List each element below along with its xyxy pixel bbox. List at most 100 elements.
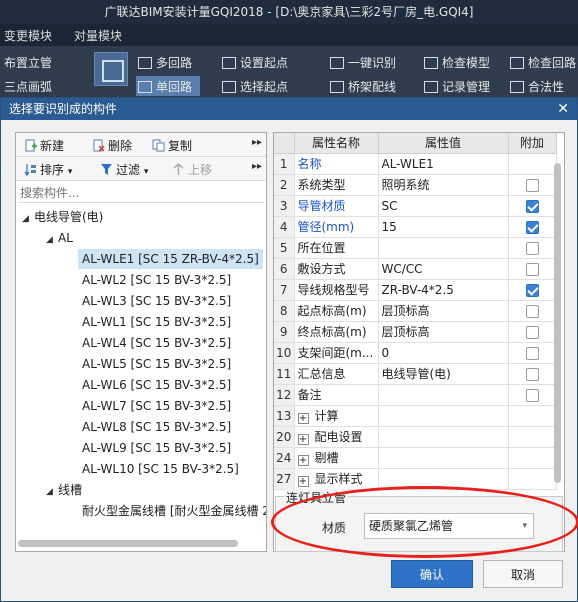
delete-button[interactable]: 删除	[92, 137, 132, 154]
grid-property-value[interactable]: AL-WLE1	[378, 153, 509, 175]
extra-checkbox[interactable]	[525, 241, 539, 255]
grid-row[interactable]: 2 系统类型 照明系统	[274, 174, 557, 196]
menu-item-compare-module[interactable]: 对量模块	[74, 27, 122, 44]
grid-property-value[interactable]: 照明系统	[378, 174, 509, 196]
grid-row[interactable]: 9 终点标高(m) 层顶标高	[274, 321, 557, 343]
ribbon-one-click-recognize[interactable]: 一键识别	[330, 54, 396, 71]
grid-row[interactable]: 11 汇总信息 电线导管(电)	[274, 363, 557, 385]
expand-plus-icon[interactable]: +	[297, 455, 309, 466]
collapse-arrow-icon[interactable]: ◢	[46, 482, 58, 502]
ribbon-select-start[interactable]: 选择起点	[222, 78, 288, 95]
tree-item-al-wl3[interactable]: AL-WL3 [SC 15 BV-3*2.5]	[82, 291, 231, 311]
new-button[interactable]: 新建	[24, 137, 64, 154]
collapse-arrow-icon[interactable]: ◢	[22, 209, 34, 229]
grid-property-value[interactable]: 0	[378, 342, 509, 364]
move-up-button[interactable]: 上移	[172, 161, 212, 178]
grid-property-value[interactable]	[378, 426, 509, 448]
material-select-value: 硬质聚氯乙烯管	[369, 519, 454, 533]
search-input[interactable]	[18, 183, 264, 203]
ribbon-tray-wiring[interactable]: 桥架配线	[330, 78, 396, 95]
tree-item-fireproof-tray[interactable]: 耐火型金属线槽 [耐火型金属线槽 2	[82, 501, 266, 521]
extra-checkbox[interactable]	[525, 388, 539, 402]
expand-plus-icon[interactable]: +	[297, 476, 309, 487]
grid-property-value[interactable]: 电线导管(电)	[378, 363, 509, 385]
filter-button[interactable]: 过滤 ▾	[100, 161, 148, 178]
grid-property-value[interactable]	[378, 384, 509, 406]
tree-item-al-wl6[interactable]: AL-WL6 [SC 15 BV-3*2.5]	[82, 375, 231, 395]
cancel-button[interactable]: 取消	[483, 560, 563, 588]
grid-row[interactable]: 3 导管材质 SC	[274, 195, 557, 217]
grid-property-value[interactable]	[378, 405, 509, 427]
scrollbar-thumb[interactable]	[18, 540, 238, 547]
confirm-button[interactable]: 确认	[391, 560, 473, 588]
material-select[interactable]: 硬质聚氯乙烯管 ▾	[364, 513, 534, 539]
grid-property-value[interactable]: WC/CC	[378, 258, 509, 280]
expand-plus-icon[interactable]: +	[297, 413, 309, 424]
grid-row[interactable]: 13 + 计算	[274, 405, 557, 427]
extra-checkbox[interactable]	[525, 304, 539, 318]
grid-row[interactable]: 27 + 显示样式	[274, 468, 557, 490]
extra-checkbox[interactable]	[525, 346, 539, 360]
tree-item-al-wl10[interactable]: AL-WL10 [SC 15 BV-3*2.5]	[82, 459, 239, 479]
ribbon-multi-circuit[interactable]: 多回路	[138, 54, 192, 71]
extra-checkbox[interactable]	[525, 367, 539, 381]
tree-item-al-wl5[interactable]: AL-WL5 [SC 15 BV-3*2.5]	[82, 354, 231, 374]
tree-node-root[interactable]: ◢ 电线导管(电)	[22, 207, 103, 227]
ribbon-single-circuit[interactable]: 单回路	[138, 78, 192, 95]
ribbon-place-riser[interactable]: 布置立管	[4, 54, 52, 71]
ribbon-record-manage[interactable]: 记录管理	[424, 78, 490, 95]
tree-item-al-wl7[interactable]: AL-WL7 [SC 15 BV-3*2.5]	[82, 396, 231, 416]
grid-vertical-scrollbar[interactable]	[553, 155, 562, 515]
grid-row[interactable]: 1 名称 AL-WLE1	[274, 153, 557, 175]
tree-item-al-wle1[interactable]: AL-WLE1 [SC 15 ZR-BV-4*2.5]	[78, 249, 263, 269]
menu-item-change-module[interactable]: 变更模块	[4, 27, 52, 44]
ribbon-set-start[interactable]: 设置起点	[222, 54, 288, 71]
grid-property-name-text: 支架间距(m...	[297, 346, 374, 360]
grid-property-value[interactable]: SC	[378, 195, 509, 217]
collapse-arrow-icon[interactable]: ◢	[46, 230, 58, 250]
tree-item-al-wl2[interactable]: AL-WL2 [SC 15 BV-3*2.5]	[82, 270, 231, 290]
grid-row[interactable]: 5 所在位置	[274, 237, 557, 259]
grid-row[interactable]: 4 管径(mm) 15	[274, 216, 557, 238]
tree-item-al-wl8[interactable]: AL-WL8 [SC 15 BV-3*2.5]	[82, 417, 231, 437]
grid-row[interactable]: 8 起点标高(m) 层顶标高	[274, 300, 557, 322]
tree-node-tray[interactable]: ◢ 线槽	[46, 480, 82, 500]
chevron-down-icon[interactable]: ▾	[522, 514, 527, 538]
grid-row[interactable]: 7 导线规格型号 ZR-BV-4*2.5	[274, 279, 557, 301]
tree-item-al-wl4[interactable]: AL-WL4 [SC 15 BV-3*2.5]	[82, 333, 231, 353]
circuit-recognize-icon[interactable]	[94, 52, 128, 86]
grid-property-value[interactable]: 层顶标高	[378, 321, 509, 343]
extra-checkbox[interactable]	[525, 199, 539, 213]
grid-property-value[interactable]: 15	[378, 216, 509, 238]
extra-checkbox[interactable]	[525, 325, 539, 339]
tree-node-al[interactable]: ◢ AL	[46, 228, 73, 248]
grid-row[interactable]: 10 支架间距(m... 0	[274, 342, 557, 364]
ribbon-three-point-arc[interactable]: 三点画弧	[4, 78, 52, 95]
extra-checkbox[interactable]	[525, 178, 539, 192]
tree-item-al-wl9[interactable]: AL-WL9 [SC 15 BV-3*2.5]	[82, 438, 231, 458]
close-icon[interactable]: ✕	[557, 98, 569, 120]
scrollbar-thumb[interactable]	[554, 163, 561, 483]
ribbon-check-model[interactable]: 检查模型	[424, 54, 490, 71]
extra-checkbox[interactable]	[525, 283, 539, 297]
grid-property-value[interactable]	[378, 447, 509, 469]
grid-property-value[interactable]	[378, 237, 509, 259]
grid-row[interactable]: 12 备注	[274, 384, 557, 406]
grid-property-value[interactable]	[378, 468, 509, 490]
ribbon-check-circuit[interactable]: 检查回路	[510, 54, 576, 71]
grid-row[interactable]: 24 + 剔槽	[274, 447, 557, 469]
extra-checkbox[interactable]	[525, 220, 539, 234]
expand-plus-icon[interactable]: +	[297, 434, 309, 445]
grid-property-value[interactable]: 层顶标高	[378, 300, 509, 322]
extra-checkbox[interactable]	[525, 262, 539, 276]
toolbar-overflow-icon-2[interactable]: ▸▸	[252, 161, 262, 172]
copy-button[interactable]: 复制	[152, 137, 192, 154]
grid-property-value[interactable]: ZR-BV-4*2.5	[378, 279, 509, 301]
tree-horizontal-scrollbar[interactable]	[18, 537, 264, 549]
toolbar-overflow-icon[interactable]: ▸▸	[252, 137, 262, 148]
grid-row[interactable]: 6 敷设方式 WC/CC	[274, 258, 557, 280]
grid-row[interactable]: 20 + 配电设置	[274, 426, 557, 448]
ribbon-validity[interactable]: 合法性	[510, 78, 564, 95]
sort-button[interactable]: 排序 ▾	[24, 161, 72, 178]
tree-item-al-wl1[interactable]: AL-WL1 [SC 15 BV-3*2.5]	[82, 312, 231, 332]
